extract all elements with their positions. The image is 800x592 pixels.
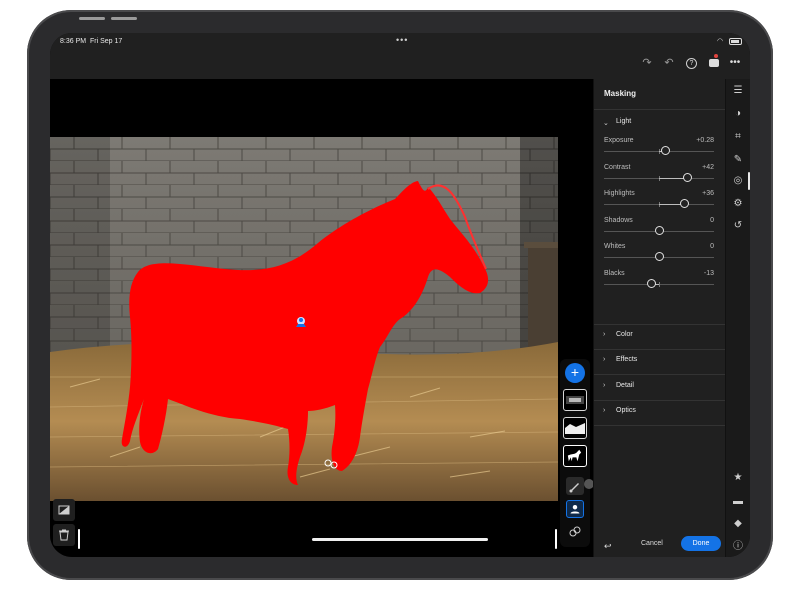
section-optics[interactable]: Optics [616, 407, 636, 414]
slider-value-whites[interactable]: 0 [710, 243, 714, 250]
multitasking-dots-icon[interactable]: ••• [396, 35, 408, 45]
divider [594, 400, 726, 401]
divider [594, 374, 726, 375]
brush-tool[interactable] [566, 477, 584, 495]
help-icon[interactable]: ? [686, 58, 697, 69]
tag-icon[interactable]: ◆ [731, 517, 745, 531]
section-light[interactable]: Light [616, 118, 631, 125]
chevron-right-icon[interactable]: › [603, 407, 605, 414]
redo-icon[interactable]: ↷ [640, 56, 654, 70]
person-icon [570, 505, 580, 514]
done-button[interactable]: Done [681, 536, 721, 551]
healing-brush-icon[interactable]: ✎ [731, 153, 745, 167]
slider-track-blacks[interactable] [604, 278, 714, 288]
status-bar: 8:36 PM Fri Sep 17 ••• ◠ ↷ ↶ ? ••• [50, 33, 750, 79]
slider-thumb-whites[interactable] [654, 252, 664, 261]
slider-label-highlights: Highlights [604, 190, 635, 197]
notification-dot [714, 54, 718, 58]
status-time: 8:36 PM [60, 38, 87, 45]
comment-icon[interactable]: ▬ [731, 495, 745, 509]
battery-icon [729, 38, 742, 45]
divider [594, 324, 726, 325]
photo-svg [50, 137, 558, 501]
before-after-toggle[interactable] [53, 499, 75, 521]
reset-icon[interactable]: ↩ [604, 541, 612, 552]
divider [594, 349, 726, 350]
select-subject-tool[interactable] [566, 500, 584, 518]
mask-options-tool[interactable] [566, 523, 584, 541]
undo-icon[interactable]: ↶ [662, 56, 676, 70]
section-detail[interactable]: Detail [616, 382, 634, 389]
slider-label-whites: Whites [604, 243, 626, 250]
chevron-right-icon[interactable]: › [603, 356, 605, 363]
chevron-down-icon[interactable]: ⌄ [603, 119, 609, 127]
panel-title: Masking [604, 89, 637, 98]
slider-label-shadows: Shadows [604, 216, 633, 224]
status-date: Fri Sep 17 [90, 38, 123, 45]
crop-handle-right[interactable] [555, 529, 557, 549]
slider-value-exposure[interactable]: +0.28 [696, 137, 714, 144]
mask-thumbnail-2[interactable] [563, 417, 587, 439]
section-color[interactable]: Color [616, 331, 633, 338]
slider-thumb-highlights[interactable] [679, 199, 689, 208]
section-effects[interactable]: Effects [616, 356, 637, 363]
slider-value-shadows[interactable]: 0 [710, 217, 714, 224]
delete-button[interactable] [53, 524, 75, 546]
hardware-button [79, 17, 105, 20]
chevron-right-icon[interactable]: › [603, 331, 605, 338]
screen-bezel: 8:36 PM Fri Sep 17 ••• ◠ ↷ ↶ ? ••• + Mas… [50, 33, 750, 557]
presets-icon[interactable]: ◑ [731, 107, 745, 121]
slider-value-highlights[interactable]: +36 [702, 190, 714, 197]
slider-label-contrast: Contrast [604, 163, 631, 171]
tool-rail: ☰ ◑ ⌗ ✎ ◎ ⚙ ↺ ★ ▬ ◆ ⓘ [725, 79, 750, 557]
horse-photo[interactable] [50, 137, 558, 501]
slider-value-contrast[interactable]: +42 [702, 164, 714, 171]
mask-options-icon [569, 526, 581, 537]
divider [594, 425, 726, 426]
versions-icon[interactable]: ⚙ [731, 197, 745, 211]
masking-panel: Masking ⌄ Light Exposure +0.28 Contrast +42… [593, 79, 726, 557]
cloud-camera-icon[interactable] [709, 59, 719, 67]
ipad-frame: 8:36 PM Fri Sep 17 ••• ◠ ↷ ↶ ? ••• + Mas… [27, 10, 773, 580]
divider [594, 109, 726, 110]
masking-icon[interactable]: ◎ [731, 174, 745, 188]
slider-center-tick [659, 281, 660, 287]
slider-track-exposure[interactable] [604, 146, 714, 155]
mask-thumbnail-horse[interactable] [563, 445, 587, 467]
slider-thumb-contrast[interactable] [683, 172, 693, 182]
slider-thumb-shadows[interactable] [654, 225, 664, 235]
slider-label-exposure: Exposure [604, 137, 634, 144]
brush-icon [569, 483, 579, 493]
slider-thumb-blacks[interactable] [646, 278, 656, 288]
add-mask-button[interactable]: + [565, 363, 585, 383]
crop-icon[interactable]: ⌗ [731, 130, 745, 144]
image-canvas[interactable]: + [50, 79, 594, 557]
home-indicator[interactable] [312, 538, 488, 541]
slider-thumb-exposure[interactable] [661, 146, 671, 155]
compare-icon [58, 505, 70, 515]
slider-track-shadows[interactable] [604, 225, 714, 235]
info-icon[interactable]: ⓘ [731, 540, 745, 554]
active-tool-indicator [748, 172, 750, 190]
hardware-button [111, 17, 137, 20]
crop-handle-left[interactable] [78, 529, 80, 549]
slider-track-contrast[interactable] [604, 172, 714, 182]
star-icon[interactable]: ★ [731, 471, 745, 485]
slider-track-highlights[interactable] [604, 199, 714, 208]
slider-label-blacks: Blacks [604, 269, 625, 277]
edit-sliders-icon[interactable]: ☰ [731, 84, 745, 98]
slider-value-blacks[interactable]: -13 [704, 270, 714, 277]
slider-track-whites[interactable] [604, 252, 714, 261]
wifi-icon: ◠ [717, 38, 724, 45]
app-screen: 8:36 PM Fri Sep 17 ••• ◠ ↷ ↶ ? ••• + Mas… [50, 33, 750, 557]
trash-icon [59, 529, 69, 541]
more-icon[interactable]: ••• [728, 56, 742, 70]
cancel-button[interactable]: Cancel [641, 540, 663, 547]
mask-thumbnail-1[interactable] [563, 389, 587, 411]
history-icon[interactable]: ↺ [731, 219, 745, 233]
chevron-right-icon[interactable]: › [603, 382, 605, 389]
